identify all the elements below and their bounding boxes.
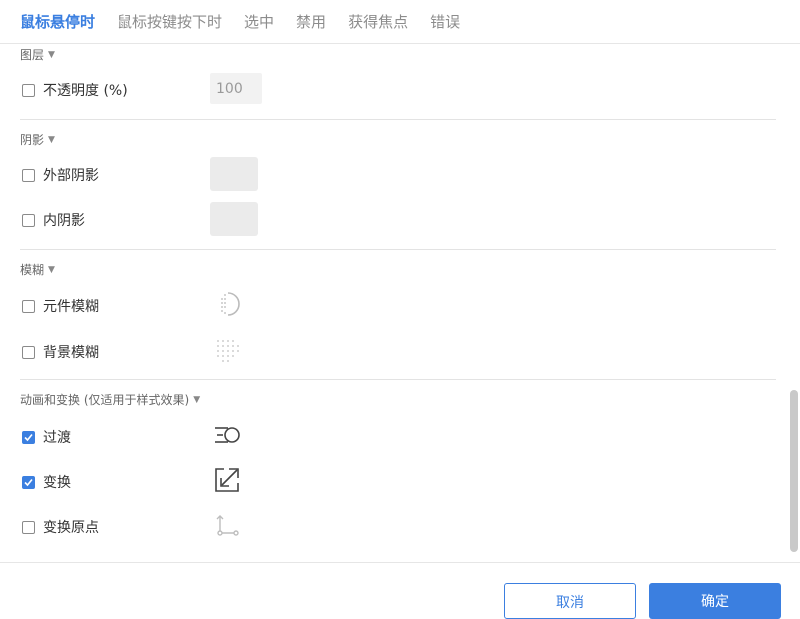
opacity-checkbox[interactable] [22,83,35,97]
layer-section-title: 图层 [20,48,45,62]
inner-shadow-label: 内阴影 [43,213,85,229]
blur-section-header[interactable]: 模糊 ▼ [20,261,55,278]
state-tabs: 鼠标悬停时 鼠标按键按下时 选中 禁用 获得焦点 错误 [0,0,800,44]
transition-label: 过渡 [43,430,71,446]
element-blur-icon [221,292,240,316]
background-blur-icon [217,340,239,362]
tab-focused[interactable]: 获得焦点 [348,11,408,32]
shadow-section-title: 阴影 [20,133,45,147]
layer-section-header[interactable]: 图层 ▼ [20,46,55,63]
animation-section-header[interactable]: 动画和变换 (仅适用于样式效果) ▼ [20,391,200,408]
tab-error[interactable]: 错误 [430,11,460,32]
background-blur-checkbox[interactable] [22,345,35,359]
inner-shadow-row[interactable]: 内阴影 [22,210,85,230]
panel-scrollbar[interactable] [790,390,798,552]
transform-label: 变换 [43,475,71,491]
caret-down-icon: ▼ [193,394,201,405]
transition-icon [215,427,240,443]
element-blur-checkbox[interactable] [22,299,35,313]
opacity-input[interactable]: 100 [210,73,262,104]
tab-disabled[interactable]: 禁用 [296,11,326,32]
animation-section-title: 动画和变换 (仅适用于样式效果) [20,393,190,407]
cancel-button[interactable]: 取消 [504,583,636,619]
tab-selected[interactable]: 选中 [244,11,274,32]
inner-shadow-swatch[interactable] [210,202,258,236]
outer-shadow-label: 外部阴影 [43,168,99,184]
background-blur-label: 背景模糊 [43,345,99,361]
transform-origin-label: 变换原点 [43,520,99,536]
tab-mouse-down[interactable]: 鼠标按键按下时 [117,11,222,32]
element-blur-label: 元件模糊 [43,299,99,315]
confirm-button[interactable]: 确定 [649,583,781,619]
tab-hover[interactable]: 鼠标悬停时 [20,11,95,32]
transform-checkbox[interactable] [22,475,35,489]
style-panel: 图层 ▼ 不透明度 (%) 100 阴影 ▼ 外部阴影 内阴影 模糊 ▼ 元件模… [0,44,790,562]
caret-down-icon: ▼ [48,264,55,275]
caret-down-icon: ▼ [48,49,55,60]
dialog-footer: 取消 确定 [0,562,800,619]
shadow-section-header[interactable]: 阴影 ▼ [20,131,55,148]
outer-shadow-row[interactable]: 外部阴影 [22,165,99,185]
transition-checkbox[interactable] [22,430,35,444]
transform-row[interactable]: 变换 [22,472,71,492]
opacity-label: 不透明度 (%) [43,83,128,99]
opacity-row[interactable]: 不透明度 (%) [22,80,128,100]
section-divider [20,119,776,120]
section-divider [20,249,776,250]
transform-icon [215,468,239,492]
caret-down-icon: ▼ [48,134,55,145]
outer-shadow-swatch[interactable] [210,157,258,191]
inner-shadow-checkbox[interactable] [22,213,35,227]
transition-row[interactable]: 过渡 [22,427,71,447]
outer-shadow-checkbox[interactable] [22,168,35,182]
section-divider [20,379,776,380]
transform-origin-row[interactable]: 变换原点 [22,517,99,537]
background-blur-row[interactable]: 背景模糊 [22,342,99,362]
element-blur-row[interactable]: 元件模糊 [22,296,99,316]
blur-section-title: 模糊 [20,263,45,277]
transform-origin-icon [216,515,239,536]
transform-origin-checkbox[interactable] [22,520,35,534]
